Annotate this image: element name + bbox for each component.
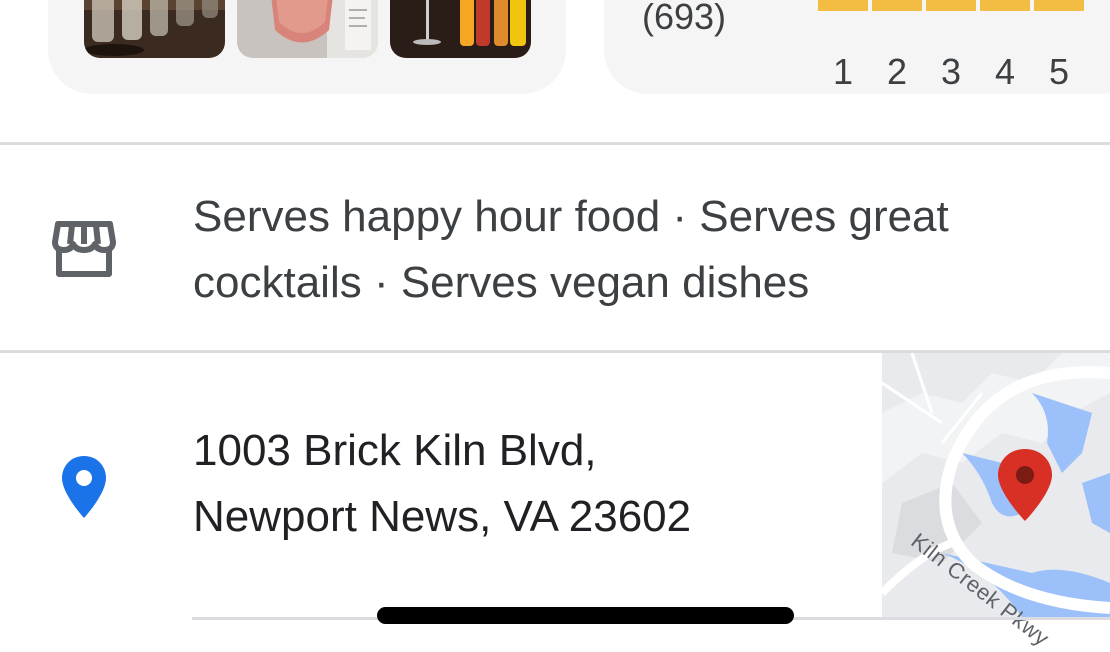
drinks-photo-image [84,0,225,58]
section-divider [0,142,1110,145]
rating-label-2: 2 [886,51,908,92]
rating-summary-card[interactable]: (693) 1 2 3 4 5 [604,0,1110,94]
drinks-photo-image [237,0,378,58]
rating-bar-2 [872,0,922,11]
map-image [882,353,1110,617]
rating-label-4: 4 [994,51,1016,92]
photo-thumbnail[interactable] [237,0,378,58]
rating-bar-3 [926,0,976,11]
service-options-text: Serves happy hour food · Serves great co… [193,184,1073,316]
address-line-2: Newport News, VA 23602 [193,492,692,541]
rating-bar-4 [980,0,1030,11]
photos-card [48,0,566,94]
map-thumbnail[interactable] [882,353,1110,617]
home-indicator[interactable] [377,607,794,624]
address-line-1: 1003 Brick Kiln Blvd, [193,426,597,475]
photo-thumbnail[interactable] [390,0,531,58]
rating-label-3: 3 [940,51,962,92]
service-options-line-2: cocktails · Serves vegan dishes [193,258,810,307]
review-count: (693) [642,0,727,37]
rating-label-1: 1 [832,51,854,92]
rating-label-5: 5 [1048,51,1070,92]
location-pin-icon[interactable] [60,454,108,520]
photo-thumbnail[interactable] [84,0,225,58]
drinks-photo-image [390,0,531,58]
address-text[interactable]: 1003 Brick Kiln Blvd, Newport News, VA 2… [193,418,691,550]
service-options-line-1: Serves happy hour food · Serves great [193,192,949,241]
storefront-icon [52,221,116,277]
rating-bar-1 [818,0,868,11]
rating-bar-5 [1034,0,1084,11]
